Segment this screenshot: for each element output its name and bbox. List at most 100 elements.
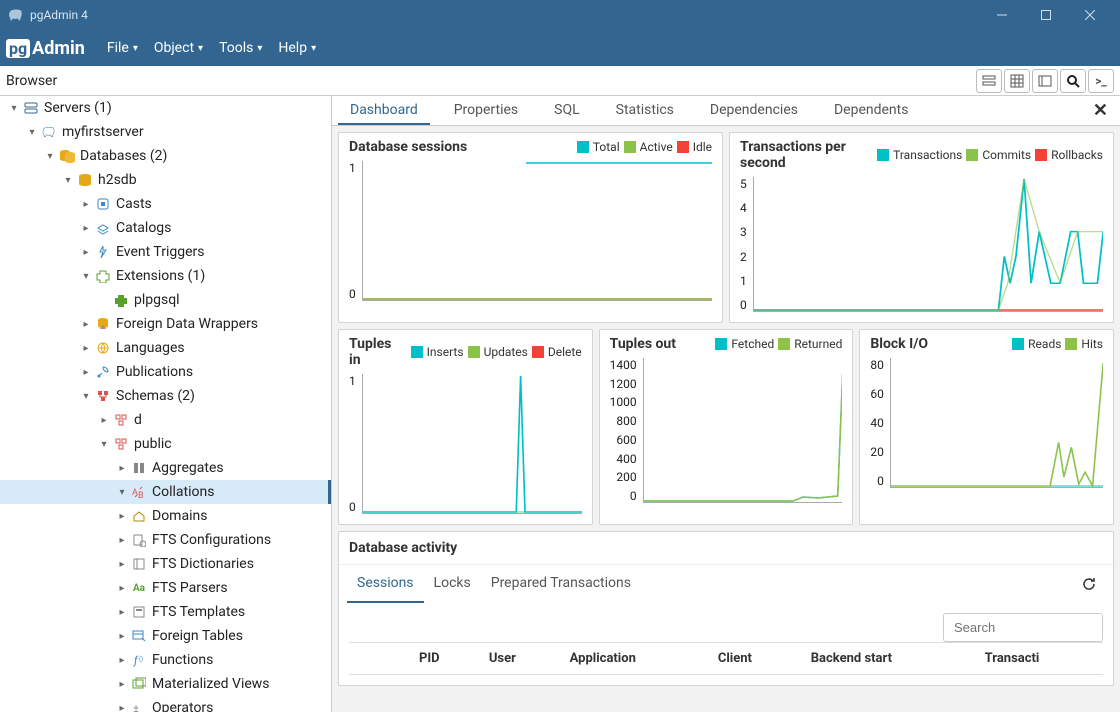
toolbar-search[interactable] (1060, 69, 1086, 93)
elephant-icon (8, 7, 24, 23)
card-tuples-in: Tuples in Inserts Updates Delete 10 (338, 329, 593, 525)
toolbar-btn-1[interactable] (976, 69, 1002, 93)
col-pid[interactable]: PID (409, 643, 479, 675)
tab-sql[interactable]: SQL (542, 97, 591, 125)
browser-header: Browser >_ (0, 66, 1120, 96)
activity-title: Database activity (339, 532, 1113, 564)
legend-bio: Reads Hits (1012, 337, 1103, 351)
casts-icon (94, 197, 112, 211)
menu-object[interactable]: Object▾ (146, 30, 211, 66)
card-activity: Database activity Sessions Locks Prepare… (338, 531, 1114, 686)
tree-collations[interactable]: ▾ABCollations (0, 480, 331, 504)
content-pane: Dashboard Properties SQL Statistics Depe… (332, 96, 1120, 712)
card-sessions: Database sessions Total Active Idle 10 (338, 132, 723, 323)
trigger-icon (94, 245, 112, 259)
chevron-down-icon: ▾ (133, 43, 138, 54)
search-input[interactable] (943, 613, 1103, 642)
tab-statistics[interactable]: Statistics (604, 97, 686, 125)
tab-dependents[interactable]: Dependents (822, 97, 920, 125)
activity-tab-prepared[interactable]: Prepared Transactions (481, 565, 641, 603)
fts-dict-icon (130, 557, 148, 571)
tab-dashboard[interactable]: Dashboard (338, 97, 430, 125)
tree-languages[interactable]: ▸Languages (0, 336, 331, 360)
tree-catalogs[interactable]: ▸Catalogs (0, 216, 331, 240)
menubar: pgAdmin File▾ Object▾ Tools▾ Help▾ (0, 30, 1120, 66)
tree-fts-config[interactable]: ▸FTS Configurations (0, 528, 331, 552)
menu-file[interactable]: File▾ (99, 30, 146, 66)
col-app[interactable]: Application (560, 643, 708, 675)
schema-icon (112, 437, 130, 451)
menu-help[interactable]: Help▾ (270, 30, 324, 66)
tree-extensions[interactable]: ▾Extensions (1) (0, 264, 331, 288)
tree-matviews[interactable]: ▸Materialized Views (0, 672, 331, 696)
legend-sessions: Total Active Idle (577, 140, 712, 154)
fdw-icon (94, 317, 112, 331)
col-backend[interactable]: Backend start (801, 643, 975, 675)
extension-icon (112, 293, 130, 307)
servers-icon (22, 101, 40, 115)
svg-text:±: ± (133, 702, 139, 712)
col-transaction[interactable]: Transacti (975, 643, 1103, 675)
svg-text:B: B (138, 491, 144, 499)
refresh-button[interactable] (1073, 570, 1105, 598)
tab-dependencies[interactable]: Dependencies (698, 97, 810, 125)
chevron-down-icon: ▾ (198, 43, 203, 54)
tree-schema-public[interactable]: ▾public (0, 432, 331, 456)
database-group-icon (58, 149, 76, 163)
window-minimize[interactable] (980, 0, 1024, 30)
menu-tools[interactable]: Tools▾ (211, 30, 270, 66)
foreign-table-icon (130, 629, 148, 643)
activity-search (943, 613, 1103, 642)
activity-tabs: Sessions Locks Prepared Transactions (339, 564, 1113, 603)
col-user[interactable]: User (479, 643, 560, 675)
activity-table: PID User Application Client Backend star… (349, 642, 1103, 675)
tree-publications[interactable]: ▸Publications (0, 360, 331, 384)
toolbar-psql[interactable]: >_ (1088, 69, 1114, 93)
catalogs-icon (94, 221, 112, 235)
matview-icon (130, 677, 148, 691)
tree-fts-dict[interactable]: ▸FTS Dictionaries (0, 552, 331, 576)
chart-block-io (890, 358, 1103, 488)
tree-fts-parsers[interactable]: ▸AaFTS Parsers (0, 576, 331, 600)
close-icon[interactable]: ✕ (1087, 96, 1114, 125)
chevron-down-icon: ▾ (311, 43, 316, 54)
legend-tout: Fetched Returned (715, 337, 842, 351)
operators-icon: ± (130, 701, 148, 712)
browser-tree[interactable]: ▾Servers (1) ▾myfirstserver ▾Databases (… (0, 96, 332, 712)
window-titlebar: pgAdmin 4 (0, 0, 1120, 30)
chevron-down-icon: ▾ (257, 43, 262, 54)
tree-plpgsql[interactable]: plpgsql (0, 288, 331, 312)
tree-aggregates[interactable]: ▸Aggregates (0, 456, 331, 480)
chart-tps (753, 177, 1103, 312)
toolbar-btn-2[interactable] (1004, 69, 1030, 93)
fts-config-icon (130, 533, 148, 547)
tree-fts-templates[interactable]: ▸FTS Templates (0, 600, 331, 624)
tree-foreign-tables[interactable]: ▸Foreign Tables (0, 624, 331, 648)
chart-tuples-out (643, 358, 843, 503)
window-close[interactable] (1068, 0, 1112, 30)
card-tuples-out: Tuples out Fetched Returned 140012001000… (599, 329, 854, 525)
tree-databases[interactable]: ▾Databases (2) (0, 144, 331, 168)
tree-functions[interactable]: ▸ƒ()Functions (0, 648, 331, 672)
toolbar-btn-3[interactable] (1032, 69, 1058, 93)
tree-server[interactable]: ▾myfirstserver (0, 120, 331, 144)
tree-domains[interactable]: ▸Domains (0, 504, 331, 528)
tree-operators[interactable]: ▸±Operators (0, 696, 331, 712)
activity-tab-locks[interactable]: Locks (424, 565, 481, 603)
col-client[interactable]: Client (708, 643, 801, 675)
tree-schema-d[interactable]: ▸d (0, 408, 331, 432)
chart-sessions (362, 161, 712, 301)
tree-servers[interactable]: ▾Servers (1) (0, 96, 331, 120)
refresh-icon (1081, 576, 1097, 592)
legend-tps: Transactions Commits Rollbacks (877, 148, 1103, 162)
collations-icon: AB (130, 485, 148, 499)
activity-tab-sessions[interactable]: Sessions (347, 565, 424, 603)
window-title: pgAdmin 4 (30, 8, 88, 22)
tree-casts[interactable]: ▸Casts (0, 192, 331, 216)
window-maximize[interactable] (1024, 0, 1068, 30)
tree-event-triggers[interactable]: ▸Event Triggers (0, 240, 331, 264)
tree-db[interactable]: ▾h2sdb (0, 168, 331, 192)
tab-properties[interactable]: Properties (442, 97, 530, 125)
tree-fdw[interactable]: ▸Foreign Data Wrappers (0, 312, 331, 336)
tree-schemas[interactable]: ▾Schemas (2) (0, 384, 331, 408)
